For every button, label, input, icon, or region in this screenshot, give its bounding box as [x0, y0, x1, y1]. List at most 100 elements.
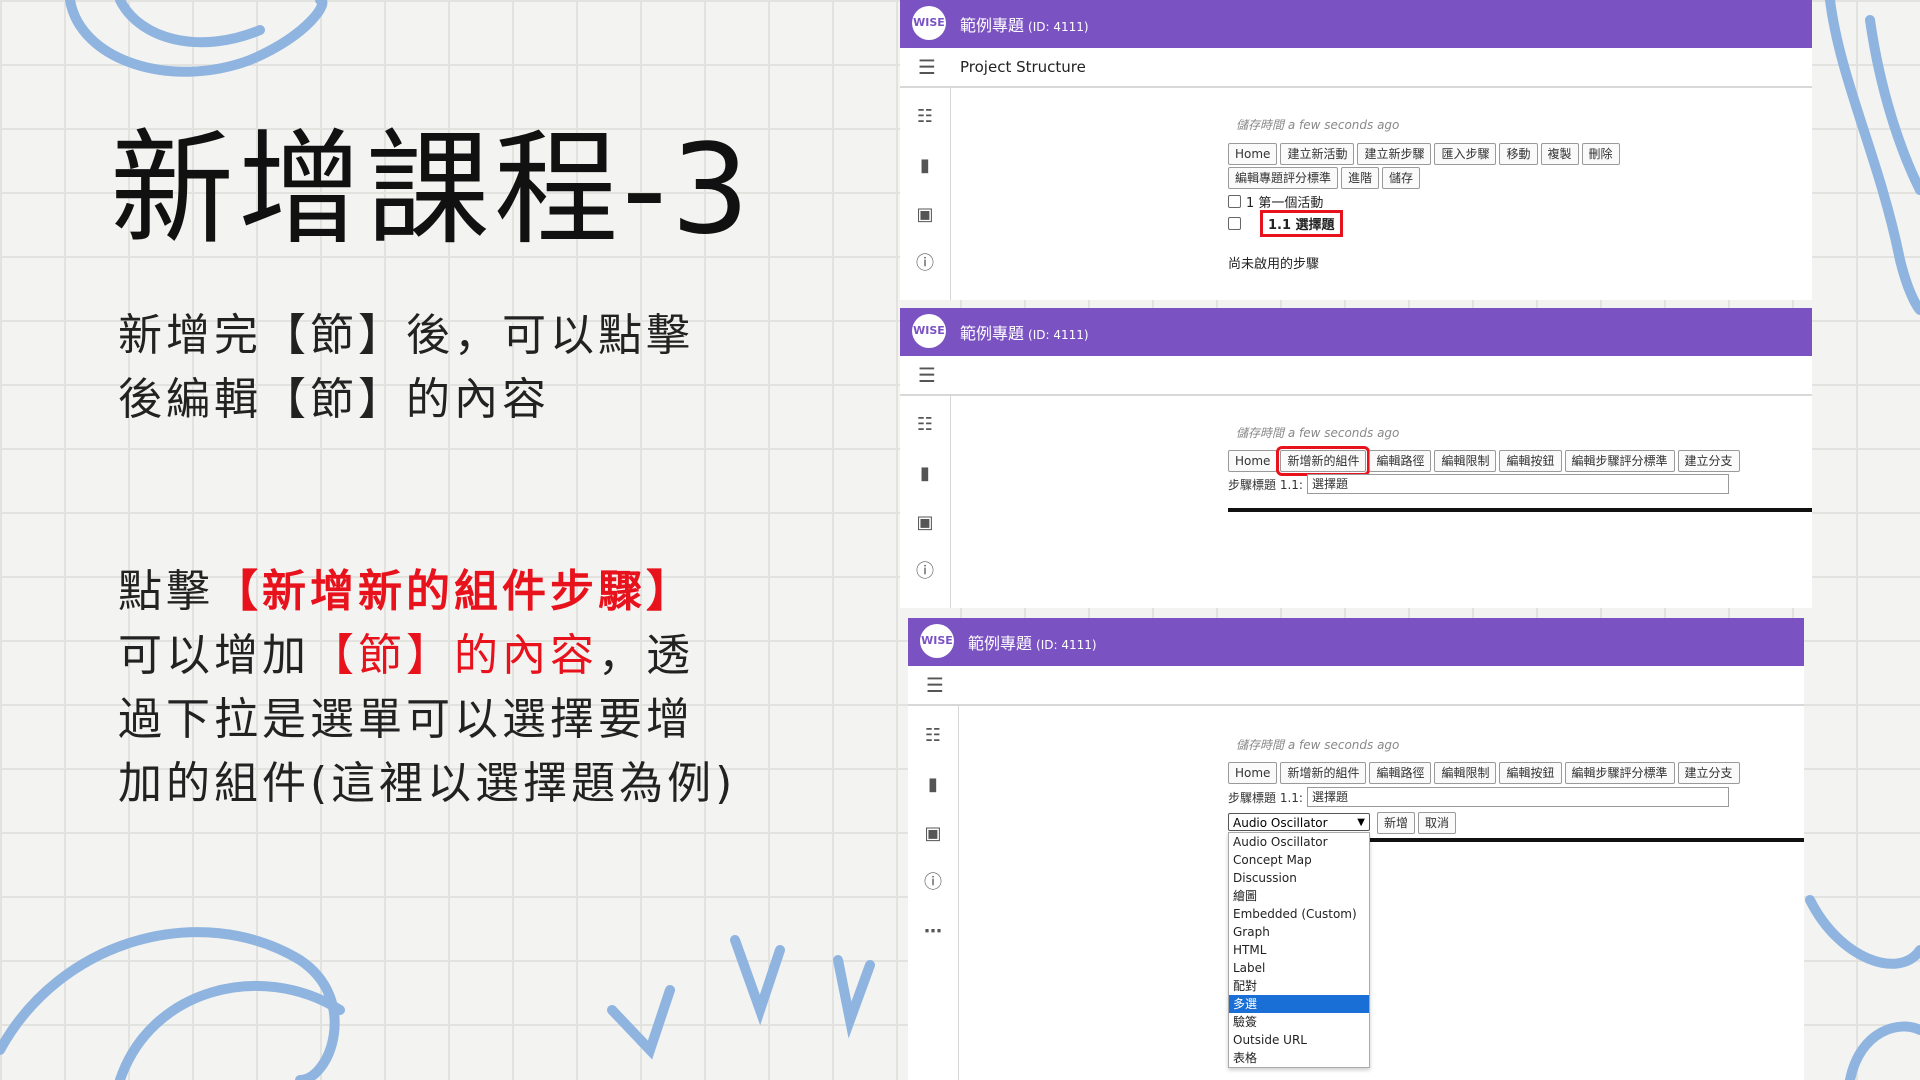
dropdown-option[interactable]: Audio Oscillator [1229, 833, 1369, 851]
step-toolbar: Home 新增新的組件 編輯路徑 編輯限制 編輯按鈕 編輯步驟評分標準 建立分支 [1228, 762, 1740, 784]
home-button[interactable]: Home [1228, 450, 1278, 472]
copy-button[interactable]: 複製 [1540, 143, 1579, 165]
dropdown-option[interactable]: 繪圖 [1229, 887, 1369, 905]
dropdown-option[interactable]: Embedded (Custom) [1229, 905, 1369, 923]
dropdown-option-selected[interactable]: 多選 [1229, 995, 1369, 1013]
edit-constraints-button[interactable]: 編輯限制 [1434, 450, 1497, 472]
step-title-input[interactable]: 選擇題 [1306, 474, 1729, 494]
menu-icon[interactable]: ☰ [926, 673, 944, 697]
list-icon[interactable]: ☷ [922, 725, 944, 747]
add-component-content: 儲存時間 a few seconds ago Home 新增新的組件 編輯路徑 … [959, 706, 1804, 1080]
more-icon[interactable]: ⋯ [922, 921, 944, 943]
save-time: 儲存時間 a few seconds ago [1236, 426, 1400, 440]
image-icon[interactable]: ▣ [914, 204, 936, 226]
menu-icon[interactable]: ☰ [918, 363, 936, 387]
advanced-button[interactable]: 進階 [1341, 167, 1380, 189]
wise-logo[interactable]: WISE [920, 624, 954, 658]
create-branch-button[interactable]: 建立分支 [1677, 450, 1740, 472]
save-time: 儲存時間 a few seconds ago [1236, 118, 1400, 132]
edit-constraints-button[interactable]: 編輯限制 [1434, 762, 1497, 784]
component-type-select[interactable]: Audio Oscillator ▼ [1228, 813, 1370, 831]
subbar-title: Project Structure [960, 58, 1086, 76]
activity-checkbox[interactable] [1228, 195, 1241, 208]
book-icon[interactable]: ▮ [914, 155, 936, 177]
save-button[interactable]: 儲存 [1382, 167, 1421, 189]
create-activity-button[interactable]: 建立新活動 [1280, 143, 1355, 165]
component-type-dropdown: Audio Oscillator Concept Map Discussion … [1228, 832, 1370, 1068]
save-time: 儲存時間 a few seconds ago [1236, 738, 1400, 752]
import-step-button[interactable]: 匯入步驟 [1434, 143, 1497, 165]
instruction-line: 新增完【節】後，可以點擊 [118, 310, 694, 361]
side-nav: ☷ ▮ ▣ ⓘ ⋯ [908, 706, 959, 1080]
add-component-button[interactable]: 新增新的組件 [1276, 446, 1371, 476]
book-icon[interactable]: ▮ [914, 463, 936, 485]
activity-label[interactable]: 1 第一個活動 [1246, 192, 1323, 211]
delete-button[interactable]: 刪除 [1581, 143, 1620, 165]
home-button[interactable]: Home [1228, 762, 1278, 784]
app-header: WISE 範例專題 (ID: 4111) [900, 308, 1812, 356]
app-header: WISE 範例專題 (ID: 4111) [900, 0, 1812, 48]
step-label[interactable]: 1.1 選擇題 [1260, 210, 1343, 237]
instruction-line: 後編輯【節】的內容 [118, 374, 550, 425]
select-actions: 新增 取消 [1377, 812, 1457, 834]
book-icon[interactable]: ▮ [922, 774, 944, 796]
instruction-paragraph-1: 新增完【節】後，可以點擊 後編輯【節】的內容 [118, 304, 738, 432]
step-title-row: 步驟標題 1.1: 選擇題 [1228, 474, 1729, 494]
instruction-text: 點擊 [118, 566, 214, 617]
app-header: WISE 範例專題 (ID: 4111) [908, 618, 1804, 666]
info-icon[interactable]: ⓘ [922, 872, 944, 894]
instruction-paragraph-2: 點擊【新增新的組件步驟】可以增加【節】的內容，透過下拉是選單可以選擇要增加的組件… [118, 560, 738, 816]
add-component-button[interactable]: 新增新的組件 [1280, 762, 1367, 784]
edit-step-rubric-button[interactable]: 編輯步驟評分標準 [1564, 450, 1675, 472]
highlight-section-content: 【節】的內容 [310, 630, 598, 681]
info-icon[interactable]: ⓘ [914, 561, 936, 583]
slide-title: 新增課程-3 [110, 118, 754, 262]
edit-rubric-button[interactable]: 編輯專題評分標準 [1228, 167, 1339, 189]
wise-logo[interactable]: WISE [912, 314, 946, 348]
app-panel-structure: WISE 範例專題 (ID: 4111) ☰ Project Structure … [900, 0, 1812, 300]
dropdown-option[interactable]: Discussion [1229, 869, 1369, 887]
menu-icon[interactable]: ☰ [918, 55, 936, 79]
image-icon[interactable]: ▣ [922, 823, 944, 845]
list-icon[interactable]: ☷ [914, 414, 936, 436]
home-button[interactable]: Home [1228, 143, 1278, 165]
image-icon[interactable]: ▣ [914, 512, 936, 534]
dropdown-option[interactable]: Concept Map [1229, 851, 1369, 869]
toolbar-row-2: 編輯專題評分標準 進階 儲存 [1228, 167, 1421, 189]
edit-path-button[interactable]: 編輯路徑 [1369, 450, 1432, 472]
sub-toolbar: ☰ Project Structure [900, 48, 1812, 88]
step-title-label: 步驟標題 1.1: [1228, 477, 1303, 492]
step-toolbar: Home 新增新的組件 編輯路徑 編輯限制 編輯按鈕 編輯步驟評分標準 建立分支 [1228, 446, 1740, 476]
info-icon[interactable]: ⓘ [914, 253, 936, 275]
add-button[interactable]: 新增 [1377, 812, 1416, 834]
create-branch-button[interactable]: 建立分支 [1677, 762, 1740, 784]
app-panel-add-component: WISE 範例專題 (ID: 4111) ☰ ☷ ▮ ▣ ⓘ ⋯ 儲存時間 a f… [908, 618, 1804, 1080]
move-button[interactable]: 移動 [1499, 143, 1538, 165]
toolbar-row-1: Home 建立新活動 建立新步驟 匯入步驟 移動 複製 刪除 [1228, 143, 1620, 165]
edit-path-button[interactable]: 編輯路徑 [1369, 762, 1432, 784]
step-title-input[interactable]: 選擇題 [1306, 787, 1729, 807]
edit-buttons-button[interactable]: 編輯按鈕 [1499, 450, 1562, 472]
chevron-down-icon: ▼ [1357, 817, 1365, 828]
create-step-button[interactable]: 建立新步驟 [1357, 143, 1432, 165]
app-panel-step-editor: WISE 範例專題 (ID: 4111) ☰ ☷ ▮ ▣ ⓘ 儲存時間 a few… [900, 308, 1812, 608]
dropdown-option[interactable]: Graph [1229, 923, 1369, 941]
edit-step-rubric-button[interactable]: 編輯步驟評分標準 [1564, 762, 1675, 784]
sub-toolbar: ☰ [900, 356, 1812, 396]
list-icon[interactable]: ☷ [914, 106, 936, 128]
wise-logo[interactable]: WISE [912, 6, 946, 40]
dropdown-option[interactable]: Label [1229, 959, 1369, 977]
dropdown-option[interactable]: 表格 [1229, 1049, 1369, 1067]
side-nav: ☷ ▮ ▣ ⓘ [900, 396, 951, 608]
dropdown-option[interactable]: Outside URL [1229, 1031, 1369, 1049]
highlight-add-component: 【新增新的組件步驟】 [214, 566, 694, 617]
sub-toolbar: ☰ [908, 666, 1804, 706]
step-checkbox[interactable] [1228, 217, 1241, 230]
cancel-button[interactable]: 取消 [1418, 812, 1457, 834]
edit-buttons-button[interactable]: 編輯按鈕 [1499, 762, 1562, 784]
dropdown-option[interactable]: HTML [1229, 941, 1369, 959]
dropdown-option[interactable]: 配對 [1229, 977, 1369, 995]
dropdown-option[interactable]: 驗簽 [1229, 1013, 1369, 1031]
step-title-label: 步驟標題 1.1: [1228, 790, 1303, 805]
project-title: 範例專題 (ID: 4111) [960, 324, 1089, 343]
